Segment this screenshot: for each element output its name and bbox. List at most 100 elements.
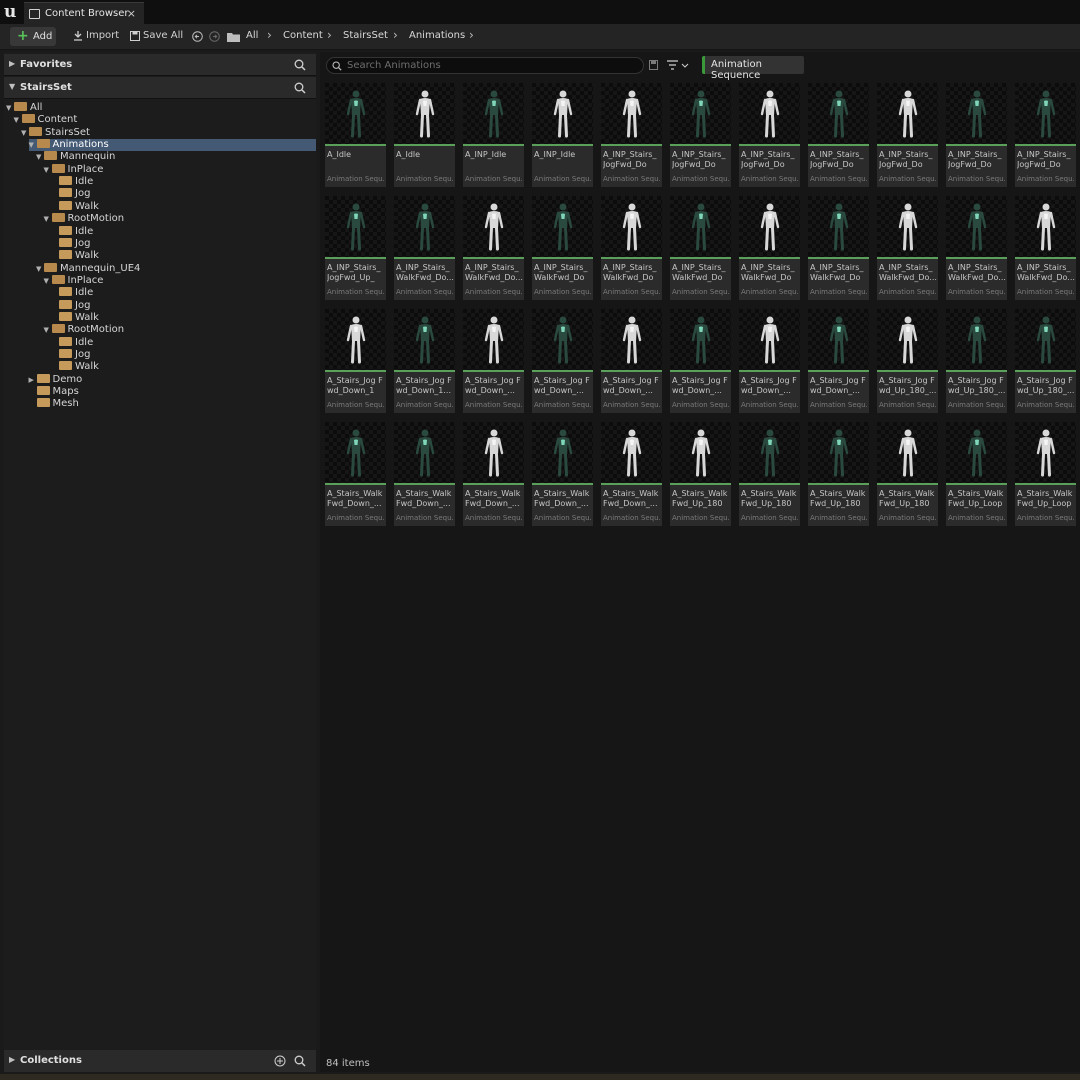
asset-tile[interactable]: A_INP_Stairs_ WalkFwd_Do Animation Sequ..… [601, 196, 662, 300]
asset-tile[interactable]: A_Stairs_Walk Fwd_Down_... Animation Sequ… [394, 422, 455, 526]
asset-tile[interactable]: A_Stairs_Walk Fwd_Up_Loop Animation Sequ.… [946, 422, 1007, 526]
filter-chip-animation-sequence[interactable]: Animation Sequence [702, 56, 804, 81]
expanded-arrow-icon[interactable]: ▼ [14, 114, 22, 126]
add-collection-icon[interactable] [274, 1055, 286, 1067]
tree-folder-inplace[interactable]: ▼ InPlace [44, 163, 103, 176]
tree-folder-mannequin[interactable]: ▼ Mannequin [36, 151, 115, 163]
tree-folder-walk[interactable]: Walk [51, 250, 99, 262]
tree-folder-walk[interactable]: Walk [51, 361, 99, 373]
asset-tile[interactable]: A_INP_Stairs_ JogFwd_Do Animation Sequ... [808, 83, 869, 187]
asset-tile[interactable]: A_Stairs_Jog Fwd_Down_1... Animation Sequ… [394, 309, 455, 413]
expanded-arrow-icon[interactable]: ▼ [44, 324, 52, 336]
tree-folder-all[interactable]: ▼ All [6, 102, 42, 114]
search-icon[interactable] [294, 59, 306, 71]
breadcrumb-chevron-icon[interactable]: › [469, 28, 474, 42]
asset-tile[interactable]: A_Stairs_Walk Fwd_Up_180_... Animation Se… [670, 422, 731, 526]
save-all-button[interactable]: Save All [143, 30, 183, 41]
tree-folder-walk[interactable]: Walk [51, 200, 99, 213]
expand-arrow-icon[interactable]: ▶ [9, 1055, 15, 1064]
asset-tile[interactable]: A_INP_Stairs_ JogFwd_Up_ Animation Sequ..… [325, 196, 386, 300]
tree-folder-jog[interactable]: Jog [51, 299, 90, 312]
asset-tile[interactable]: A_Stairs_Jog Fwd_Down_1 Animation Sequ... [325, 309, 386, 413]
asset-tile[interactable]: A_INP_Stairs_ WalkFwd_Do Animation Sequ..… [739, 196, 800, 300]
tab-content-browser[interactable]: Content Browser × [24, 2, 144, 24]
back-arrow-icon[interactable] [192, 31, 203, 42]
import-button[interactable]: Import [86, 30, 119, 41]
tree-folder-idle[interactable]: Idle [51, 287, 93, 299]
tree-folder-rootmotion[interactable]: ▼ RootMotion [44, 213, 124, 225]
asset-tile[interactable]: A_INP_Stairs_ JogFwd_Do Animation Sequ... [739, 83, 800, 187]
asset-tile[interactable]: A_Stairs_Jog Fwd_Down_... Animation Sequ.… [601, 309, 662, 413]
asset-tile[interactable]: A_INP_Stairs_ WalkFwd_Do... Animation Seq… [463, 196, 524, 300]
asset-tile[interactable]: A_Idle Animation Sequ... [325, 83, 386, 187]
breadcrumb-all[interactable]: All [246, 30, 258, 41]
breadcrumb-content[interactable]: Content [283, 30, 323, 41]
expanded-arrow-icon[interactable]: ▼ [44, 275, 52, 287]
asset-tile[interactable]: A_INP_Stairs_ WalkFwd_Do Animation Sequ..… [532, 196, 593, 300]
expanded-arrow-icon[interactable]: ▼ [29, 139, 37, 151]
search-icon[interactable] [294, 1055, 306, 1067]
tree-folder-stairsset[interactable]: ▼ StairsSet [21, 126, 90, 139]
asset-tile[interactable]: A_Stairs_Walk Fwd_Down_... Animation Sequ… [601, 422, 662, 526]
tree-folder-jog[interactable]: Jog [51, 237, 90, 250]
asset-tile[interactable]: A_Stairs_Walk Fwd_Down_... Animation Sequ… [463, 422, 524, 526]
asset-tile[interactable]: A_Idle Animation Sequ... [394, 83, 455, 187]
asset-tile[interactable]: A_INP_Idle Animation Sequ... [532, 83, 593, 187]
tree-folder-maps[interactable]: Maps [29, 386, 79, 398]
expanded-arrow-icon[interactable]: ▼ [6, 102, 14, 114]
tree-folder-walk[interactable]: Walk [51, 311, 99, 324]
breadcrumb-animations[interactable]: Animations [409, 30, 465, 41]
tree-folder-idle[interactable]: Idle [51, 176, 93, 188]
filter-icon[interactable] [667, 60, 689, 70]
asset-tile[interactable]: A_Stairs_Jog Fwd_Up_180_... Animation Seq… [877, 309, 938, 413]
breadcrumb-chevron-icon[interactable]: › [327, 28, 332, 42]
collections-header[interactable]: ▶ Collections [4, 1050, 316, 1072]
asset-tile[interactable]: A_INP_Stairs_ WalkFwd_Do... Animation Seq… [1015, 196, 1076, 300]
asset-tile[interactable]: A_INP_Stairs_ JogFwd_Do Animation Sequ... [1015, 83, 1076, 187]
tree-folder-animations[interactable]: ▼ Animations [28, 139, 316, 152]
search-icon[interactable] [294, 82, 306, 94]
collapse-arrow-icon[interactable]: ▼ [9, 82, 15, 91]
asset-tile[interactable]: A_Stairs_Walk Fwd_Up_180_... Animation Se… [808, 422, 869, 526]
expanded-arrow-icon[interactable]: ▼ [36, 263, 44, 275]
tree-folder-inplace[interactable]: ▼ InPlace [44, 274, 103, 287]
asset-tile[interactable]: A_Stairs_Jog Fwd_Up_180_... Animation Seq… [946, 309, 1007, 413]
asset-tile[interactable]: A_INP_Idle Animation Sequ... [463, 83, 524, 187]
asset-tile[interactable]: A_Stairs_Walk Fwd_Down_... Animation Sequ… [325, 422, 386, 526]
save-search-icon[interactable] [649, 60, 658, 70]
forward-arrow-icon[interactable] [209, 31, 220, 42]
asset-tile[interactable]: A_INP_Stairs_ JogFwd_Do Animation Sequ... [601, 83, 662, 187]
asset-tile[interactable]: A_INP_Stairs_ WalkFwd_Do... Animation Seq… [394, 196, 455, 300]
asset-tile[interactable]: A_Stairs_Walk Fwd_Down_... Animation Sequ… [532, 422, 593, 526]
asset-tile[interactable]: A_Stairs_Jog Fwd_Up_180_... Animation Seq… [1015, 309, 1076, 413]
tree-folder-demo[interactable]: ▶ Demo [29, 373, 82, 386]
asset-tile[interactable]: A_Stairs_Jog Fwd_Down_... Animation Sequ.… [808, 309, 869, 413]
tree-folder-idle[interactable]: Idle [51, 225, 93, 238]
tree-folder-mannequin-ue4[interactable]: ▼ Mannequin_UE4 [36, 262, 140, 275]
close-icon[interactable]: × [127, 7, 136, 20]
asset-tile[interactable]: A_Stairs_Walk Fwd_Up_180_... Animation Se… [739, 422, 800, 526]
tree-folder-idle[interactable]: Idle [51, 336, 93, 349]
breadcrumb-stairsset[interactable]: StairsSet [343, 30, 388, 41]
asset-tile[interactable]: A_Stairs_Jog Fwd_Down_... Animation Sequ.… [532, 309, 593, 413]
tree-folder-content[interactable]: ▼ Content [14, 114, 77, 126]
expanded-arrow-icon[interactable]: ▼ [36, 151, 44, 163]
expanded-arrow-icon[interactable]: ▼ [44, 164, 52, 176]
asset-tile[interactable]: A_INP_Stairs_ WalkFwd_Do Animation Sequ..… [808, 196, 869, 300]
search-input[interactable]: Search Animations [326, 57, 644, 74]
expand-arrow-icon[interactable]: ▶ [9, 59, 15, 68]
asset-tile[interactable]: A_INP_Stairs_ WalkFwd_Do Animation Sequ..… [670, 196, 731, 300]
expanded-arrow-icon[interactable]: ▼ [21, 127, 29, 139]
collapsed-arrow-icon[interactable]: ▶ [29, 374, 37, 386]
asset-tile[interactable]: A_Stairs_Jog Fwd_Down_... Animation Sequ.… [739, 309, 800, 413]
stairsset-header[interactable]: ▼ StairsSet [4, 77, 316, 99]
asset-tile[interactable]: A_INP_Stairs_ WalkFwd_Do... Animation Seq… [877, 196, 938, 300]
tree-folder-jog[interactable]: Jog [51, 349, 90, 361]
asset-tile[interactable]: A_INP_Stairs_ WalkFwd_Do... Animation Seq… [946, 196, 1007, 300]
asset-tile[interactable]: A_Stairs_Jog Fwd_Down_... Animation Sequ.… [670, 309, 731, 413]
add-button[interactable]: + Add [10, 27, 56, 46]
asset-tile[interactable]: A_INP_Stairs_ JogFwd_Do Animation Sequ... [946, 83, 1007, 187]
breadcrumb-chevron-icon[interactable]: › [267, 28, 272, 42]
asset-tile[interactable]: A_Stairs_Walk Fwd_Up_Loop Animation Sequ.… [1015, 422, 1076, 526]
folder-icon[interactable] [227, 32, 240, 42]
